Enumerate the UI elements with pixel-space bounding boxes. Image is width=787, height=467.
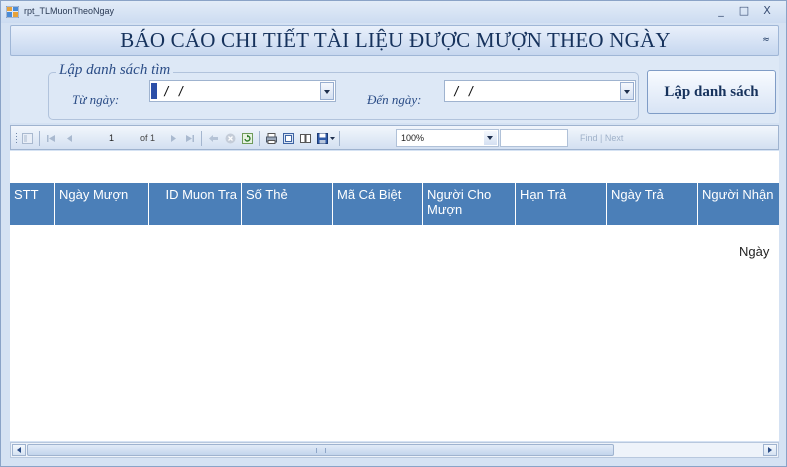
to-date-value: / / <box>453 84 475 98</box>
chevron-down-icon <box>324 90 330 94</box>
table-header: STT Ngày Mượn ID Muon Tra Số Thẻ Mã Cá B… <box>10 183 779 225</box>
next-link[interactable]: Next <box>605 133 624 143</box>
last-page-icon[interactable] <box>184 133 195 144</box>
column-header-ngay-tra: Ngày Trả <box>607 183 698 225</box>
text-caret <box>151 83 157 99</box>
find-next-links: Find | Next <box>580 126 623 151</box>
horizontal-scrollbar[interactable] <box>10 442 779 458</box>
search-panel: Lập danh sách tìm Từ ngày: / / Đến ngày:… <box>10 56 779 123</box>
zoom-dropdown-button[interactable] <box>484 131 497 145</box>
toolbar-separator <box>39 131 40 146</box>
close-button[interactable]: X <box>759 4 775 18</box>
from-date-field[interactable]: / / <box>149 80 336 102</box>
window-title: rpt_TLMuonTheoNgay <box>24 6 115 16</box>
toolbar-grip-icon <box>16 133 17 143</box>
report-toolbar: 1 of 1 100% Find | Next <box>10 125 779 150</box>
print-icon[interactable] <box>266 133 277 144</box>
to-date-field[interactable]: / / <box>444 80 636 102</box>
zoom-select[interactable]: 100% <box>396 129 499 147</box>
page-count-label: of 1 <box>140 133 156 143</box>
export-icon[interactable] <box>317 133 328 144</box>
to-date-dropdown-button[interactable] <box>620 82 634 100</box>
to-date-label: Đến ngày: <box>367 92 422 107</box>
report-title: BÁO CÁO CHI TIẾT TÀI LIỆU ĐƯỢC MƯỢN THEO… <box>120 28 671 52</box>
toolbar-separator <box>201 131 202 146</box>
column-header-nguoi-cho-muon: Người Cho Mượn <box>423 183 516 225</box>
find-input[interactable] <box>500 129 568 147</box>
minimize-button[interactable]: _ <box>713 4 729 18</box>
report-window: rpt_TLMuonTheoNgay _ □ X BÁO CÁO CHI TIẾ… <box>0 0 787 467</box>
next-page-icon[interactable] <box>168 133 179 144</box>
from-date-label: Từ ngày: <box>72 92 120 107</box>
toolbar-separator <box>259 131 260 146</box>
maximize-button[interactable]: □ <box>736 4 752 18</box>
generate-list-button[interactable]: Lập danh sách <box>647 70 776 114</box>
chevron-down-icon <box>624 90 630 94</box>
back-icon[interactable] <box>208 133 219 144</box>
column-header-stt: STT <box>10 183 55 225</box>
from-date-dropdown-button[interactable] <box>320 82 334 100</box>
chevron-down-icon[interactable] <box>329 136 336 141</box>
previous-page-icon[interactable] <box>64 133 75 144</box>
report-header-band: BÁO CÁO CHI TIẾT TÀI LIỆU ĐƯỢC MƯỢN THEO… <box>10 25 779 56</box>
column-header-id-muon-tra: ID Muon Tra <box>149 183 242 225</box>
page-setup-icon[interactable] <box>300 133 311 144</box>
refresh-icon[interactable] <box>242 133 253 144</box>
current-page-input[interactable]: 1 <box>109 130 139 146</box>
document-map-icon[interactable] <box>22 133 33 144</box>
column-header-nguoi-nhan: Người Nhận <box>702 187 774 202</box>
find-separator: | <box>600 133 603 143</box>
app-icon <box>6 6 19 18</box>
from-date-value: / / <box>163 84 185 98</box>
scrollbar-thumb[interactable] <box>27 444 614 456</box>
collapse-icon[interactable]: ≈ <box>760 35 772 47</box>
find-link[interactable]: Find <box>580 133 598 143</box>
stop-icon[interactable] <box>225 133 236 144</box>
print-layout-icon[interactable] <box>283 133 294 144</box>
column-header-han-tra: Hạn Trả <box>516 183 607 225</box>
toolbar-separator <box>339 131 340 146</box>
chevron-right-icon <box>768 447 772 453</box>
scroll-left-button[interactable] <box>12 444 26 456</box>
column-header-so-the: Số Thẻ <box>242 183 333 225</box>
scroll-right-button[interactable] <box>763 444 777 456</box>
column-header-ma-ca-biet: Mã Cá Biệt <box>333 183 423 225</box>
first-page-icon[interactable] <box>46 133 57 144</box>
chevron-left-icon <box>17 447 21 453</box>
zoom-value: 100% <box>401 133 425 143</box>
title-bar: rpt_TLMuonTheoNgay _ □ X <box>1 1 786 23</box>
report-canvas: STT Ngày Mượn ID Muon Tra Số Thẻ Mã Cá B… <box>10 151 779 441</box>
overflow-column-label: Ngày <box>739 244 770 259</box>
search-group-label: Lập danh sách tìm <box>56 62 174 79</box>
column-header-ngay-muon: Ngày Mượn <box>55 183 149 225</box>
chevron-down-icon <box>487 136 493 140</box>
scrollbar-grip <box>316 448 326 453</box>
